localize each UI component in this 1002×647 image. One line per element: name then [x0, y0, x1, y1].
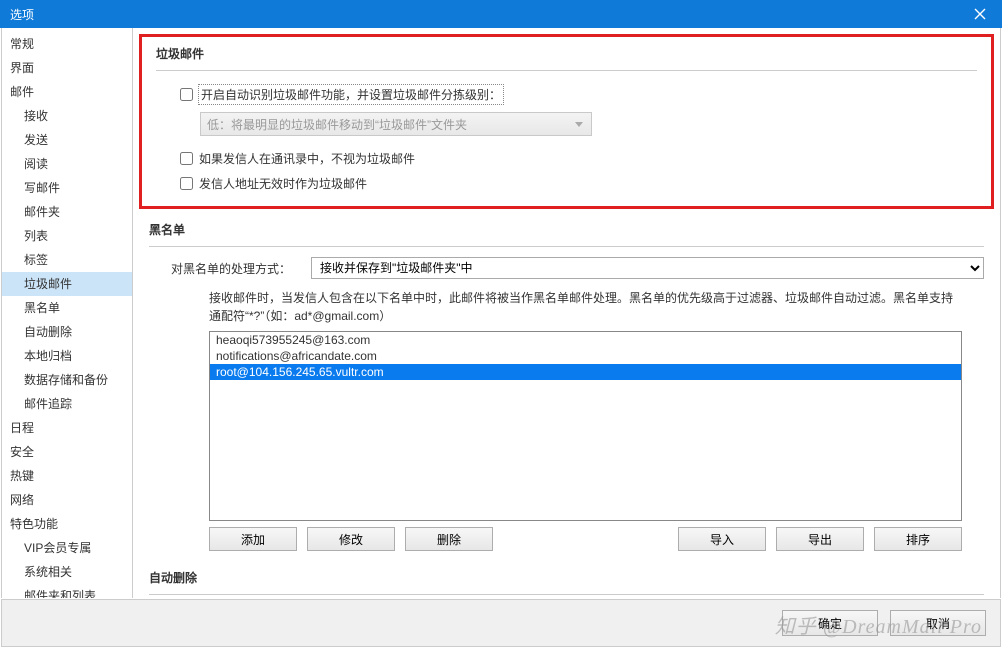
sort-button[interactable]: 排序: [874, 527, 962, 551]
invalid-label: 发信人地址无效时作为垃圾邮件: [199, 175, 367, 192]
addrbook-label: 如果发信人在通讯录中，不视为垃圾邮件: [199, 150, 415, 167]
sidebar-item[interactable]: 邮件夹: [2, 200, 132, 224]
import-button[interactable]: 导入: [678, 527, 766, 551]
ok-button[interactable]: 确定: [782, 610, 878, 636]
spacer: [503, 527, 668, 551]
blacklist-handle-row: 对黑名单的处理方式： 接收并保存到"垃圾邮件夹"中: [171, 257, 984, 279]
sidebar-item[interactable]: 邮件夹和列表: [2, 584, 132, 598]
close-icon: [974, 8, 986, 20]
sidebar-item[interactable]: 垃圾邮件: [2, 272, 132, 296]
junk-section-title: 垃圾邮件: [156, 45, 977, 62]
content-pane: 垃圾邮件 开启自动识别垃圾邮件功能，并设置垃圾邮件分拣级别： 低：将最明显的垃圾…: [133, 28, 1000, 598]
window-title: 选项: [10, 6, 34, 23]
blacklist-handle-label: 对黑名单的处理方式：: [171, 260, 311, 277]
export-button[interactable]: 导出: [776, 527, 864, 551]
junk-level-select: 低：将最明显的垃圾邮件移动到“垃圾邮件”文件夹: [200, 112, 592, 136]
junk-mail-section-highlight: 垃圾邮件 开启自动识别垃圾邮件功能，并设置垃圾邮件分拣级别： 低：将最明显的垃圾…: [139, 34, 994, 209]
enable-junk-label: 开启自动识别垃圾邮件功能，并设置垃圾邮件分拣级别：: [199, 85, 503, 104]
dialog-footer: 确定 取消: [1, 599, 1001, 647]
blacklist-desc: 接收邮件时，当发信人包含在以下名单中时，此邮件将被当作黑名单邮件处理。黑名单的优…: [209, 289, 962, 325]
divider: [156, 70, 977, 71]
blacklist-section: 黑名单 对黑名单的处理方式： 接收并保存到"垃圾邮件夹"中 接收邮件时，当发信人…: [133, 215, 1000, 551]
addrbook-checkbox[interactable]: [180, 152, 193, 165]
blacklist-listbox[interactable]: heaoqi573955245@163.comnotifications@afr…: [209, 331, 962, 521]
sidebar-item[interactable]: 数据存储和备份: [2, 368, 132, 392]
list-item[interactable]: notifications@africandate.com: [210, 348, 961, 364]
sidebar-item[interactable]: 自动删除: [2, 320, 132, 344]
sidebar-item[interactable]: 接收: [2, 104, 132, 128]
titlebar: 选项: [0, 0, 1002, 28]
cancel-button[interactable]: 取消: [890, 610, 986, 636]
divider: [149, 594, 984, 595]
sidebar-item[interactable]: 热键: [2, 464, 132, 488]
add-button[interactable]: 添加: [209, 527, 297, 551]
sidebar-item[interactable]: 阅读: [2, 152, 132, 176]
addrbook-row: 如果发信人在通讯录中，不视为垃圾邮件: [156, 146, 977, 171]
sidebar-item[interactable]: 写邮件: [2, 176, 132, 200]
sidebar-item[interactable]: 日程: [2, 416, 132, 440]
list-item[interactable]: heaoqi573955245@163.com: [210, 332, 961, 348]
divider: [149, 246, 984, 247]
sidebar-item[interactable]: 邮件: [2, 80, 132, 104]
sidebar-item[interactable]: 邮件追踪: [2, 392, 132, 416]
autodelete-title: 自动删除: [149, 569, 984, 586]
sidebar-item[interactable]: 标签: [2, 248, 132, 272]
edit-button[interactable]: 修改: [307, 527, 395, 551]
blacklist-button-row: 添加 修改 删除 导入 导出 排序: [209, 527, 962, 551]
list-item[interactable]: root@104.156.245.65.vultr.com: [210, 364, 961, 380]
enable-junk-checkbox[interactable]: [180, 88, 193, 101]
autodelete-section: 自动删除: [133, 551, 1000, 595]
window-body: 常规界面邮件接收发送阅读写邮件邮件夹列表标签垃圾邮件黑名单自动删除本地归档数据存…: [1, 28, 1001, 598]
delete-button[interactable]: 删除: [405, 527, 493, 551]
sidebar-item[interactable]: VIP会员专属: [2, 536, 132, 560]
sidebar: 常规界面邮件接收发送阅读写邮件邮件夹列表标签垃圾邮件黑名单自动删除本地归档数据存…: [2, 28, 133, 598]
sidebar-item[interactable]: 界面: [2, 56, 132, 80]
blacklist-title: 黑名单: [149, 221, 984, 238]
sidebar-item[interactable]: 常规: [2, 32, 132, 56]
sidebar-item[interactable]: 特色功能: [2, 512, 132, 536]
close-button[interactable]: [958, 0, 1002, 28]
invalid-row: 发信人地址无效时作为垃圾邮件: [156, 171, 977, 196]
sidebar-item[interactable]: 安全: [2, 440, 132, 464]
sidebar-item[interactable]: 系统相关: [2, 560, 132, 584]
sidebar-item[interactable]: 黑名单: [2, 296, 132, 320]
invalid-checkbox[interactable]: [180, 177, 193, 190]
sidebar-item[interactable]: 发送: [2, 128, 132, 152]
enable-junk-row: 开启自动识别垃圾邮件功能，并设置垃圾邮件分拣级别：: [156, 81, 977, 108]
blacklist-handle-select[interactable]: 接收并保存到"垃圾邮件夹"中: [311, 257, 984, 279]
sidebar-item[interactable]: 本地归档: [2, 344, 132, 368]
sidebar-item[interactable]: 网络: [2, 488, 132, 512]
sidebar-item[interactable]: 列表: [2, 224, 132, 248]
junk-level-text: 低：将最明显的垃圾邮件移动到“垃圾邮件”文件夹: [207, 116, 467, 133]
